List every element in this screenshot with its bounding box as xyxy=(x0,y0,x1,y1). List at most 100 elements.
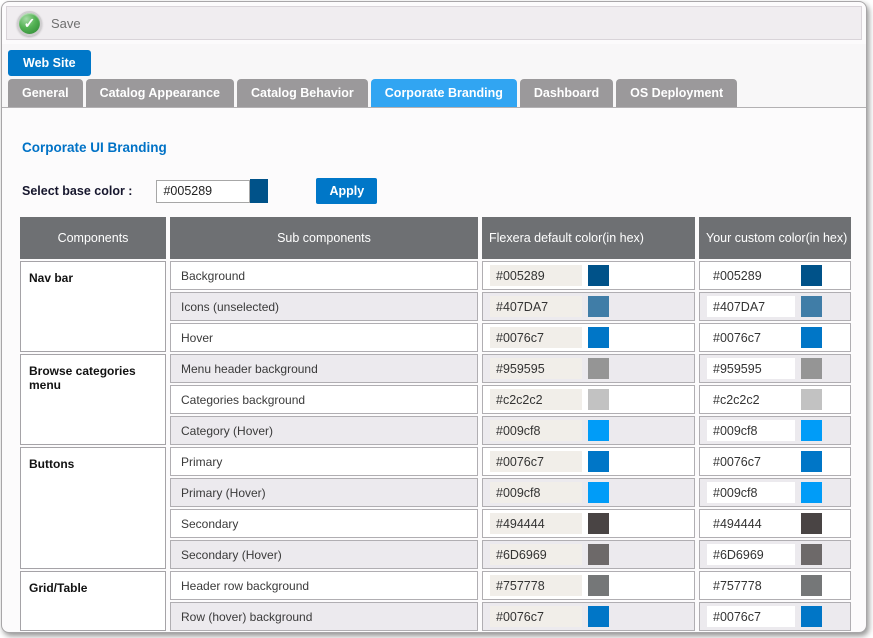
settings-window: ✓ Save Web Site GeneralCatalog Appearanc… xyxy=(1,1,867,633)
default-color-swatch xyxy=(588,606,609,627)
default-color-value xyxy=(490,544,582,565)
tab-dashboard[interactable]: Dashboard xyxy=(520,79,613,107)
default-color-value xyxy=(490,575,582,596)
custom-color-swatch[interactable] xyxy=(801,544,822,565)
custom-color-swatch[interactable] xyxy=(801,265,822,286)
tab-catalog-behavior[interactable]: Catalog Behavior xyxy=(237,79,368,107)
page-title: Corporate UI Branding xyxy=(22,140,866,155)
custom-color-input[interactable] xyxy=(707,451,795,472)
tab-strip: GeneralCatalog AppearanceCatalog Behavio… xyxy=(2,76,866,108)
column-header: Components xyxy=(20,217,166,259)
base-color-label: Select base color : xyxy=(22,184,132,198)
base-color-swatch[interactable] xyxy=(250,179,268,203)
table-row: Grid/TableHeader row background xyxy=(20,571,851,600)
default-color-cell xyxy=(482,447,695,476)
table-row: Nav barBackground xyxy=(20,261,851,290)
custom-color-swatch[interactable] xyxy=(801,358,822,379)
sub-component-label: Categories background xyxy=(170,385,478,414)
default-color-swatch xyxy=(588,296,609,317)
sub-component-label: Hover xyxy=(170,323,478,352)
tab-corporate-branding[interactable]: Corporate Branding xyxy=(371,79,517,107)
custom-color-cell xyxy=(699,292,851,321)
apply-button[interactable]: Apply xyxy=(316,178,377,204)
custom-color-input[interactable] xyxy=(707,265,795,286)
custom-color-swatch[interactable] xyxy=(801,513,822,534)
default-color-cell xyxy=(482,571,695,600)
component-cell: Buttons xyxy=(20,447,166,569)
custom-color-swatch[interactable] xyxy=(801,327,822,348)
custom-color-input[interactable] xyxy=(707,358,795,379)
default-color-cell xyxy=(482,292,695,321)
table-header-row: ComponentsSub componentsFlexera default … xyxy=(20,217,851,259)
default-color-swatch xyxy=(588,513,609,534)
save-checkmark-icon: ✓ xyxy=(17,11,42,36)
custom-color-cell xyxy=(699,447,851,476)
base-color-input[interactable] xyxy=(156,180,250,203)
tab-catalog-appearance[interactable]: Catalog Appearance xyxy=(86,79,234,107)
default-color-value xyxy=(490,606,582,627)
tab-general[interactable]: General xyxy=(8,79,83,107)
sub-component-label: Primary xyxy=(170,447,478,476)
default-color-swatch xyxy=(588,358,609,379)
default-color-swatch xyxy=(588,420,609,441)
column-header: Sub components xyxy=(170,217,478,259)
custom-color-swatch[interactable] xyxy=(801,420,822,441)
custom-color-swatch[interactable] xyxy=(801,482,822,503)
custom-color-input[interactable] xyxy=(707,575,795,596)
custom-color-cell xyxy=(699,509,851,538)
column-header: Your custom color(in hex) xyxy=(699,217,851,259)
custom-color-input[interactable] xyxy=(707,482,795,503)
default-color-swatch xyxy=(588,575,609,596)
default-color-swatch xyxy=(588,327,609,348)
custom-color-swatch[interactable] xyxy=(801,451,822,472)
sub-component-label: Menu header background xyxy=(170,354,478,383)
default-color-cell xyxy=(482,509,695,538)
save-button-label: Save xyxy=(51,16,81,31)
default-color-value xyxy=(490,358,582,379)
component-cell: Grid/Table xyxy=(20,571,166,631)
tab-web-site[interactable]: Web Site xyxy=(8,50,91,76)
custom-color-swatch[interactable] xyxy=(801,575,822,596)
default-color-cell xyxy=(482,602,695,631)
custom-color-cell xyxy=(699,416,851,445)
custom-color-input[interactable] xyxy=(707,296,795,317)
default-color-value xyxy=(490,451,582,472)
default-color-swatch xyxy=(588,265,609,286)
branding-table: ComponentsSub componentsFlexera default … xyxy=(16,215,855,633)
default-color-value xyxy=(490,265,582,286)
component-cell: Browse categories menu xyxy=(20,354,166,445)
default-color-cell xyxy=(482,416,695,445)
custom-color-swatch[interactable] xyxy=(801,296,822,317)
content-area: Corporate UI Branding Select base color … xyxy=(2,140,866,633)
custom-color-input[interactable] xyxy=(707,327,795,348)
column-header: Flexera default color(in hex) xyxy=(482,217,695,259)
table-row: ButtonsPrimary xyxy=(20,447,851,476)
custom-color-swatch[interactable] xyxy=(801,389,822,410)
default-color-value xyxy=(490,513,582,534)
table-row: Browse categories menuMenu header backgr… xyxy=(20,354,851,383)
tab-os-deployment[interactable]: OS Deployment xyxy=(616,79,737,107)
default-color-cell xyxy=(482,323,695,352)
default-color-value xyxy=(490,482,582,503)
default-color-cell xyxy=(482,540,695,569)
site-tab-row: Web Site xyxy=(2,44,866,76)
custom-color-input[interactable] xyxy=(707,544,795,565)
default-color-swatch xyxy=(588,482,609,503)
custom-color-input[interactable] xyxy=(707,513,795,534)
default-color-swatch xyxy=(588,544,609,565)
default-color-swatch xyxy=(588,389,609,410)
default-color-cell xyxy=(482,261,695,290)
default-color-value xyxy=(490,420,582,441)
branding-table-container: ComponentsSub componentsFlexera default … xyxy=(16,215,866,633)
custom-color-cell xyxy=(699,354,851,383)
custom-color-cell xyxy=(699,540,851,569)
sub-component-label: Background xyxy=(170,261,478,290)
custom-color-input[interactable] xyxy=(707,389,795,410)
save-button[interactable]: ✓ Save xyxy=(17,11,81,36)
custom-color-input[interactable] xyxy=(707,420,795,441)
default-color-value xyxy=(490,296,582,317)
custom-color-swatch[interactable] xyxy=(801,606,822,627)
custom-color-cell xyxy=(699,323,851,352)
custom-color-input[interactable] xyxy=(707,606,795,627)
custom-color-cell xyxy=(699,571,851,600)
